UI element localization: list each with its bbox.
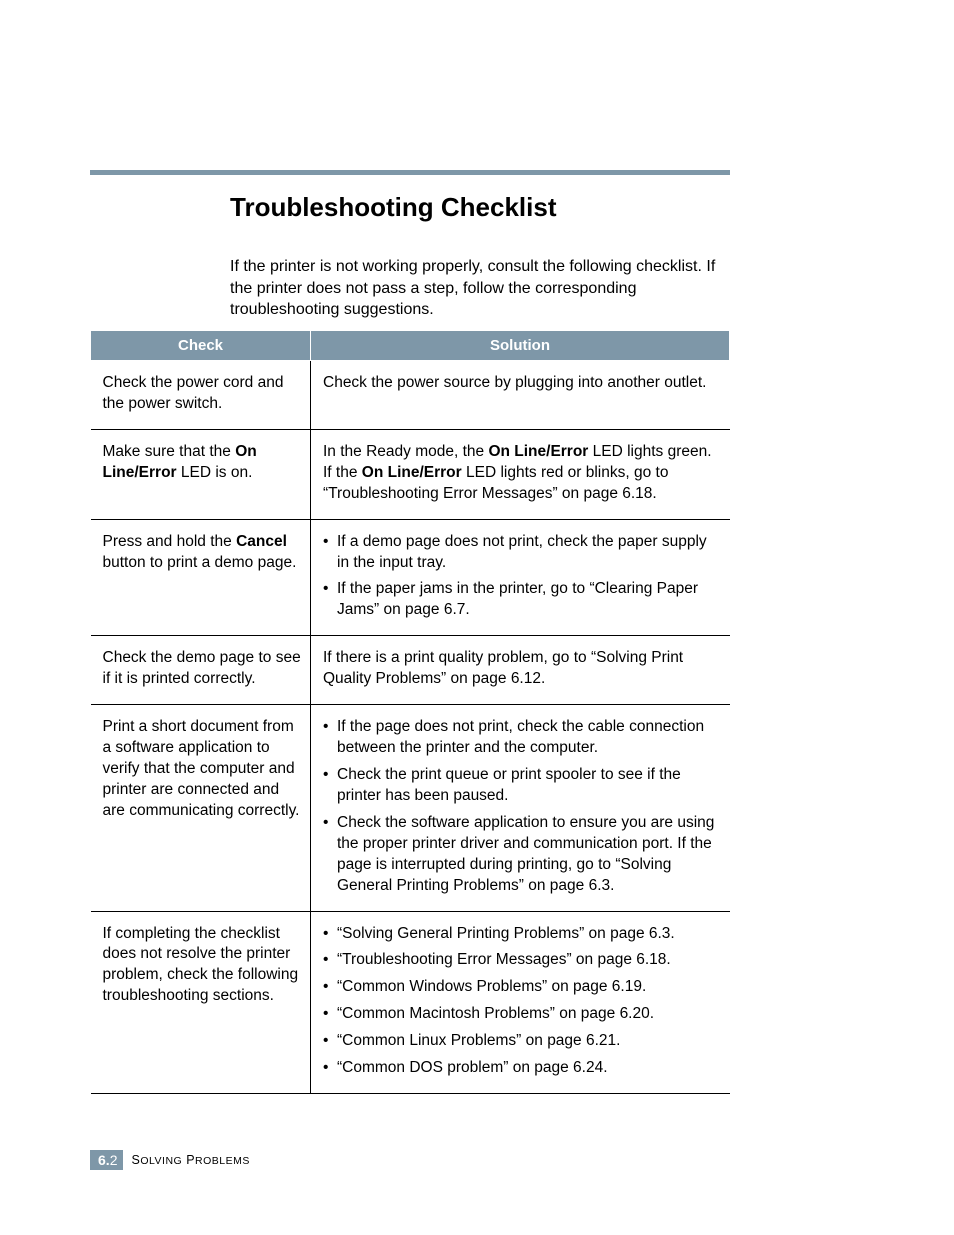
- page: Troubleshooting Checklist If the printer…: [0, 0, 954, 1235]
- table-row: Check the demo page to see if it is prin…: [91, 636, 730, 705]
- list-item: “Common DOS problem” on page 6.24.: [323, 1058, 718, 1079]
- chapter-number: 6.: [98, 1152, 110, 1168]
- list-item: If the page does not print, check the ca…: [323, 717, 718, 759]
- page-number-badge: 6.2: [90, 1150, 123, 1170]
- check-cell: If completing the checklist does not res…: [91, 911, 311, 1094]
- solution-cell: If the page does not print, check the ca…: [311, 705, 730, 911]
- intro-paragraph: If the printer is not working properly, …: [230, 256, 730, 321]
- solution-cell: “Solving General Printing Problems” on p…: [311, 911, 730, 1094]
- list-item: If the paper jams in the printer, go to …: [323, 579, 718, 621]
- checklist-table: Check Solution Check the power cord and …: [90, 330, 730, 1094]
- table-row: If completing the checklist does not res…: [91, 911, 730, 1094]
- list-item: “Solving General Printing Problems” on p…: [323, 924, 718, 945]
- page-number: 2: [110, 1152, 118, 1168]
- check-cell: Make sure that the On Line/Error LED is …: [91, 429, 311, 519]
- table-row: Print a short document from a software a…: [91, 705, 730, 911]
- check-cell: Press and hold the Cancel button to prin…: [91, 519, 311, 636]
- col-header-check: Check: [91, 331, 311, 361]
- list-item: If a demo page does not print, check the…: [323, 532, 718, 574]
- page-footer: 6.2 SOLVING PROBLEMS: [90, 1150, 250, 1170]
- list-item: “Troubleshooting Error Messages” on page…: [323, 950, 718, 971]
- table-row: Check the power cord and the power switc…: [91, 361, 730, 430]
- check-cell: Check the power cord and the power switc…: [91, 361, 311, 430]
- table-header-row: Check Solution: [91, 331, 730, 361]
- solution-cell: Check the power source by plugging into …: [311, 361, 730, 430]
- solution-cell: In the Ready mode, the On Line/Error LED…: [311, 429, 730, 519]
- list-item: Check the software application to ensure…: [323, 813, 718, 897]
- section-heading: Troubleshooting Checklist: [230, 192, 556, 223]
- bullet-list: If a demo page does not print, check the…: [323, 532, 718, 622]
- solution-cell: If there is a print quality problem, go …: [311, 636, 730, 705]
- table-row: Make sure that the On Line/Error LED is …: [91, 429, 730, 519]
- footer-title: SOLVING PROBLEMS: [131, 1153, 249, 1167]
- table-row: Press and hold the Cancel button to prin…: [91, 519, 730, 636]
- list-item: “Common Macintosh Problems” on page 6.20…: [323, 1004, 718, 1025]
- list-item: Check the print queue or print spooler t…: [323, 765, 718, 807]
- list-item: “Common Windows Problems” on page 6.19.: [323, 977, 718, 998]
- solution-cell: If a demo page does not print, check the…: [311, 519, 730, 636]
- section-rule: [90, 170, 730, 175]
- check-cell: Print a short document from a software a…: [91, 705, 311, 911]
- bullet-list: “Solving General Printing Problems” on p…: [323, 924, 718, 1080]
- col-header-solution: Solution: [311, 331, 730, 361]
- check-cell: Check the demo page to see if it is prin…: [91, 636, 311, 705]
- bullet-list: If the page does not print, check the ca…: [323, 717, 718, 896]
- list-item: “Common Linux Problems” on page 6.21.: [323, 1031, 718, 1052]
